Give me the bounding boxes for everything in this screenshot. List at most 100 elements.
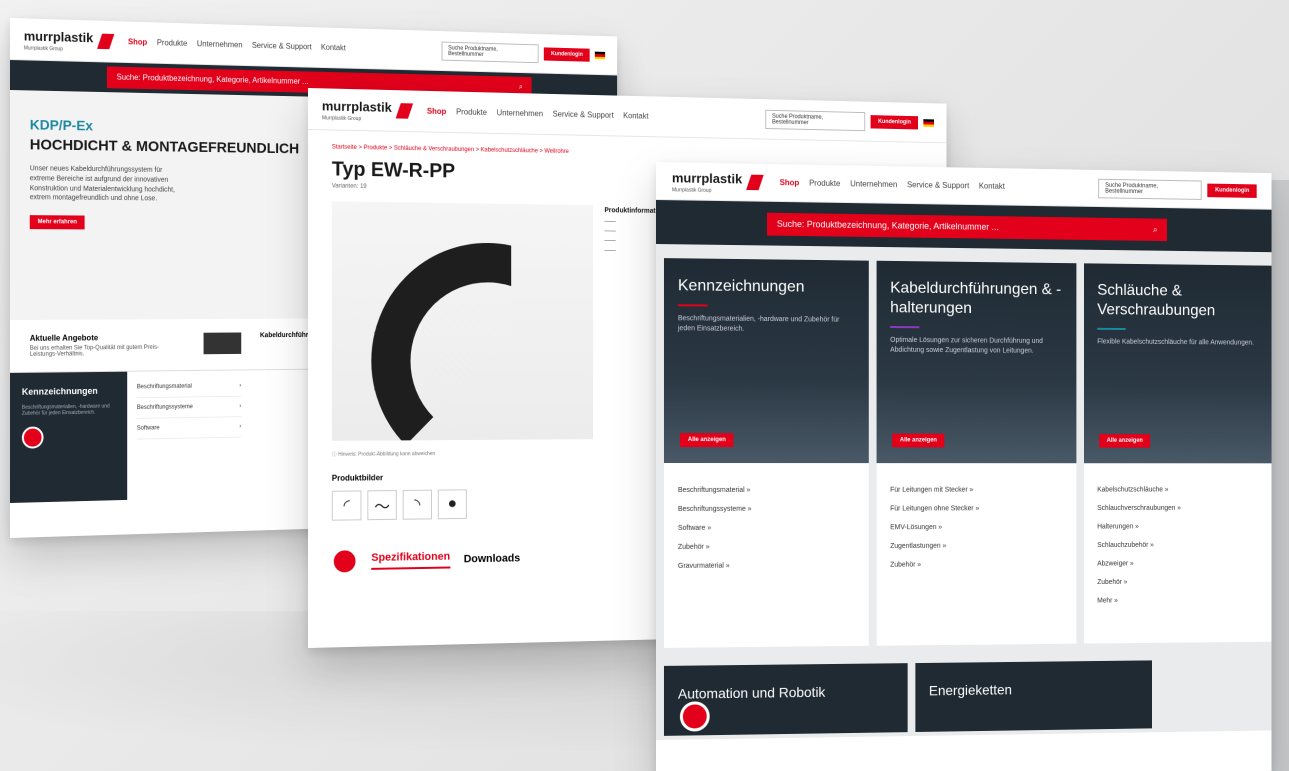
nav-shop[interactable]: Shop bbox=[128, 37, 147, 46]
logo[interactable]: murrplastik Murrplastik Group bbox=[672, 169, 764, 194]
nav-company[interactable]: Unternehmen bbox=[497, 108, 543, 118]
logo-text: murrplastik bbox=[671, 169, 743, 186]
category-card-text: Flexible Kabelschutzschläuche für alle A… bbox=[1097, 338, 1254, 347]
thumbnail[interactable]: 〜 bbox=[367, 490, 397, 521]
category-label: Beschriftungsmaterial bbox=[136, 383, 192, 391]
offers-title: Aktuelle Angebote bbox=[29, 333, 99, 343]
category-card-text: Optimale Lösungen zur sicheren Durchführ… bbox=[890, 336, 1043, 355]
main-nav: Shop Produkte Unternehmen Service & Supp… bbox=[128, 37, 346, 52]
logo-subtext: Murrplastik Group bbox=[671, 186, 712, 194]
nav-contact[interactable]: Kontakt bbox=[623, 111, 648, 120]
nav-company[interactable]: Unternehmen bbox=[197, 39, 243, 49]
nav-contact[interactable]: Kontakt bbox=[979, 182, 1005, 191]
login-button[interactable]: Kundenlogin bbox=[1207, 183, 1257, 198]
shield-icon[interactable] bbox=[331, 548, 358, 575]
flag-de-icon[interactable] bbox=[594, 51, 606, 59]
nav-company[interactable]: Unternehmen bbox=[850, 179, 897, 189]
category-item[interactable]: Beschriftungsmaterial › bbox=[136, 376, 242, 399]
logo[interactable]: murrplastik Murrplastik Group bbox=[322, 97, 413, 123]
nav-products[interactable]: Produkte bbox=[157, 38, 188, 48]
category-card-text: Beschriftungsmaterialien, -hardware und … bbox=[21, 403, 110, 417]
logo-text: murrplastik bbox=[23, 27, 94, 45]
category-link[interactable]: Zubehör » bbox=[890, 555, 1063, 575]
category-card-header: Schläuche & Verschraubungen Flexible Kab… bbox=[1083, 263, 1272, 464]
category-item[interactable]: Software › bbox=[136, 417, 242, 440]
header-search-input[interactable]: Suche Produktname, Bestellnummer bbox=[765, 109, 866, 131]
category-link[interactable]: Schlauchverschraubungen » bbox=[1097, 499, 1266, 518]
flag-de-icon[interactable] bbox=[923, 118, 935, 127]
category-card[interactable]: Kabeldurchführungen & -halterungen Optim… bbox=[876, 260, 1077, 646]
category-card-title: Schläuche & Verschraubungen bbox=[1097, 282, 1216, 320]
category-card[interactable]: Schläuche & Verschraubungen Flexible Kab… bbox=[1083, 263, 1272, 644]
category-link[interactable]: Für Leitungen ohne Stecker » bbox=[890, 499, 1063, 518]
thumbnail[interactable]: ◜ bbox=[331, 490, 362, 521]
hint-text: Hinweis: Produkt-Abbildung kann abweiche… bbox=[338, 451, 436, 458]
category-item[interactable]: Beschriftungssysteme › bbox=[136, 396, 242, 419]
offer-product-image[interactable] bbox=[203, 332, 242, 355]
category-link[interactable]: Halterungen » bbox=[1097, 517, 1266, 536]
category-link[interactable]: Zubehör » bbox=[1097, 572, 1266, 592]
category-label: Software bbox=[136, 425, 160, 432]
category-label: Beschriftungssysteme bbox=[136, 404, 193, 411]
main-nav: Shop Produkte Unternehmen Service & Supp… bbox=[427, 107, 649, 121]
show-all-button[interactable]: Alle anzeigen bbox=[1099, 434, 1151, 448]
header-actions: Suche Produktname, Bestellnummer Kundenl… bbox=[765, 109, 935, 132]
thumbnail[interactable]: ◝ bbox=[402, 489, 432, 520]
hero-cta-button[interactable]: Mehr erfahren bbox=[29, 215, 85, 230]
category-link[interactable]: Kabelschutzschläuche » bbox=[1097, 481, 1266, 500]
category-link[interactable]: Zugentlastungen » bbox=[890, 536, 1063, 555]
category-link[interactable]: Beschriftungsmaterial » bbox=[678, 481, 855, 500]
main-nav: Shop Produkte Unternehmen Service & Supp… bbox=[780, 178, 1005, 191]
category-link[interactable]: Schlauchzubehör » bbox=[1097, 536, 1266, 555]
nav-service[interactable]: Service & Support bbox=[252, 41, 312, 51]
category-card[interactable]: Kennzeichnungen Beschriftungsmaterialien… bbox=[663, 258, 869, 648]
logo-text: murrplastik bbox=[321, 97, 392, 115]
category-link[interactable]: Für Leitungen mit Stecker » bbox=[890, 481, 1063, 500]
category-link[interactable]: Gravurmaterial » bbox=[678, 556, 855, 576]
search-icon[interactable]: ⌕ bbox=[519, 82, 523, 91]
header-search-input[interactable]: Suche Produktname, Bestellnummer bbox=[441, 41, 539, 63]
offers-text: Bei uns erhalten Sie Top-Qualität mit gu… bbox=[29, 344, 159, 358]
show-all-button[interactable]: Alle anzeigen bbox=[892, 433, 945, 448]
category-links: Kabelschutzschläuche » Schlauchverschrau… bbox=[1084, 463, 1272, 643]
category-card-kennzeichnungen[interactable]: Kennzeichnungen Beschriftungsmaterialien… bbox=[10, 371, 128, 503]
main-search-input[interactable]: Suche: Produktbezeichnung, Kategorie, Ar… bbox=[767, 212, 1168, 241]
category-card-header: Kabeldurchführungen & -halterungen Optim… bbox=[876, 260, 1077, 464]
nav-products[interactable]: Produkte bbox=[456, 107, 487, 117]
nav-shop[interactable]: Shop bbox=[427, 107, 446, 116]
logo-mark-icon bbox=[97, 33, 114, 49]
tab-downloads[interactable]: Downloads bbox=[464, 553, 520, 566]
nav-products[interactable]: Produkte bbox=[809, 179, 840, 188]
category-link[interactable]: Beschriftungssysteme » bbox=[678, 500, 855, 519]
header-actions: Suche Produktname, Bestellnummer Kundenl… bbox=[1098, 178, 1257, 200]
category-link[interactable]: Zubehör » bbox=[678, 537, 855, 557]
category-card-title: Kennzeichnungen bbox=[677, 277, 805, 296]
screen-shop-categories: murrplastik Murrplastik Group Shop Produk… bbox=[656, 162, 1272, 771]
thumbnail[interactable]: ● bbox=[437, 489, 467, 520]
header-actions: Suche Produktname, Bestellnummer Kundenl… bbox=[441, 41, 606, 64]
login-button[interactable]: Kundenlogin bbox=[870, 114, 919, 129]
nav-shop[interactable]: Shop bbox=[780, 178, 800, 187]
logo-subtext: Murrplastik Group bbox=[321, 114, 362, 122]
header-search-input[interactable]: Suche Produktname, Bestellnummer bbox=[1098, 178, 1203, 200]
category-link[interactable]: Abzweiger » bbox=[1097, 554, 1266, 573]
show-all-button[interactable]: Alle anzeigen bbox=[679, 433, 734, 448]
nav-contact[interactable]: Kontakt bbox=[321, 43, 346, 52]
product-image[interactable] bbox=[331, 201, 594, 441]
logo[interactable]: murrplastik Murrplastik Group bbox=[24, 27, 115, 53]
accent-line bbox=[1097, 327, 1126, 330]
category-link[interactable]: Software » bbox=[678, 518, 855, 537]
category-card-energy-chains[interactable]: Energieketten bbox=[915, 660, 1152, 733]
search-icon[interactable]: ⌕ bbox=[1153, 224, 1158, 235]
hero-text: Unser neues Kabeldurchführungssystem für… bbox=[29, 165, 175, 203]
nav-service[interactable]: Service & Support bbox=[907, 180, 969, 190]
category-cards: Kennzeichnungen Beschriftungsmaterialien… bbox=[656, 244, 1272, 662]
category-links: Für Leitungen mit Stecker » Für Leitunge… bbox=[877, 463, 1077, 646]
tab-specifications[interactable]: Spezifikationen bbox=[371, 550, 451, 570]
login-button[interactable]: Kundenlogin bbox=[544, 46, 590, 62]
product-info-title: Produktinformationen bbox=[604, 207, 673, 216]
shield-icon[interactable] bbox=[21, 426, 44, 449]
nav-service[interactable]: Service & Support bbox=[553, 110, 614, 120]
category-link[interactable]: Mehr » bbox=[1097, 591, 1266, 611]
category-link[interactable]: EMV-Lösungen » bbox=[890, 518, 1063, 537]
